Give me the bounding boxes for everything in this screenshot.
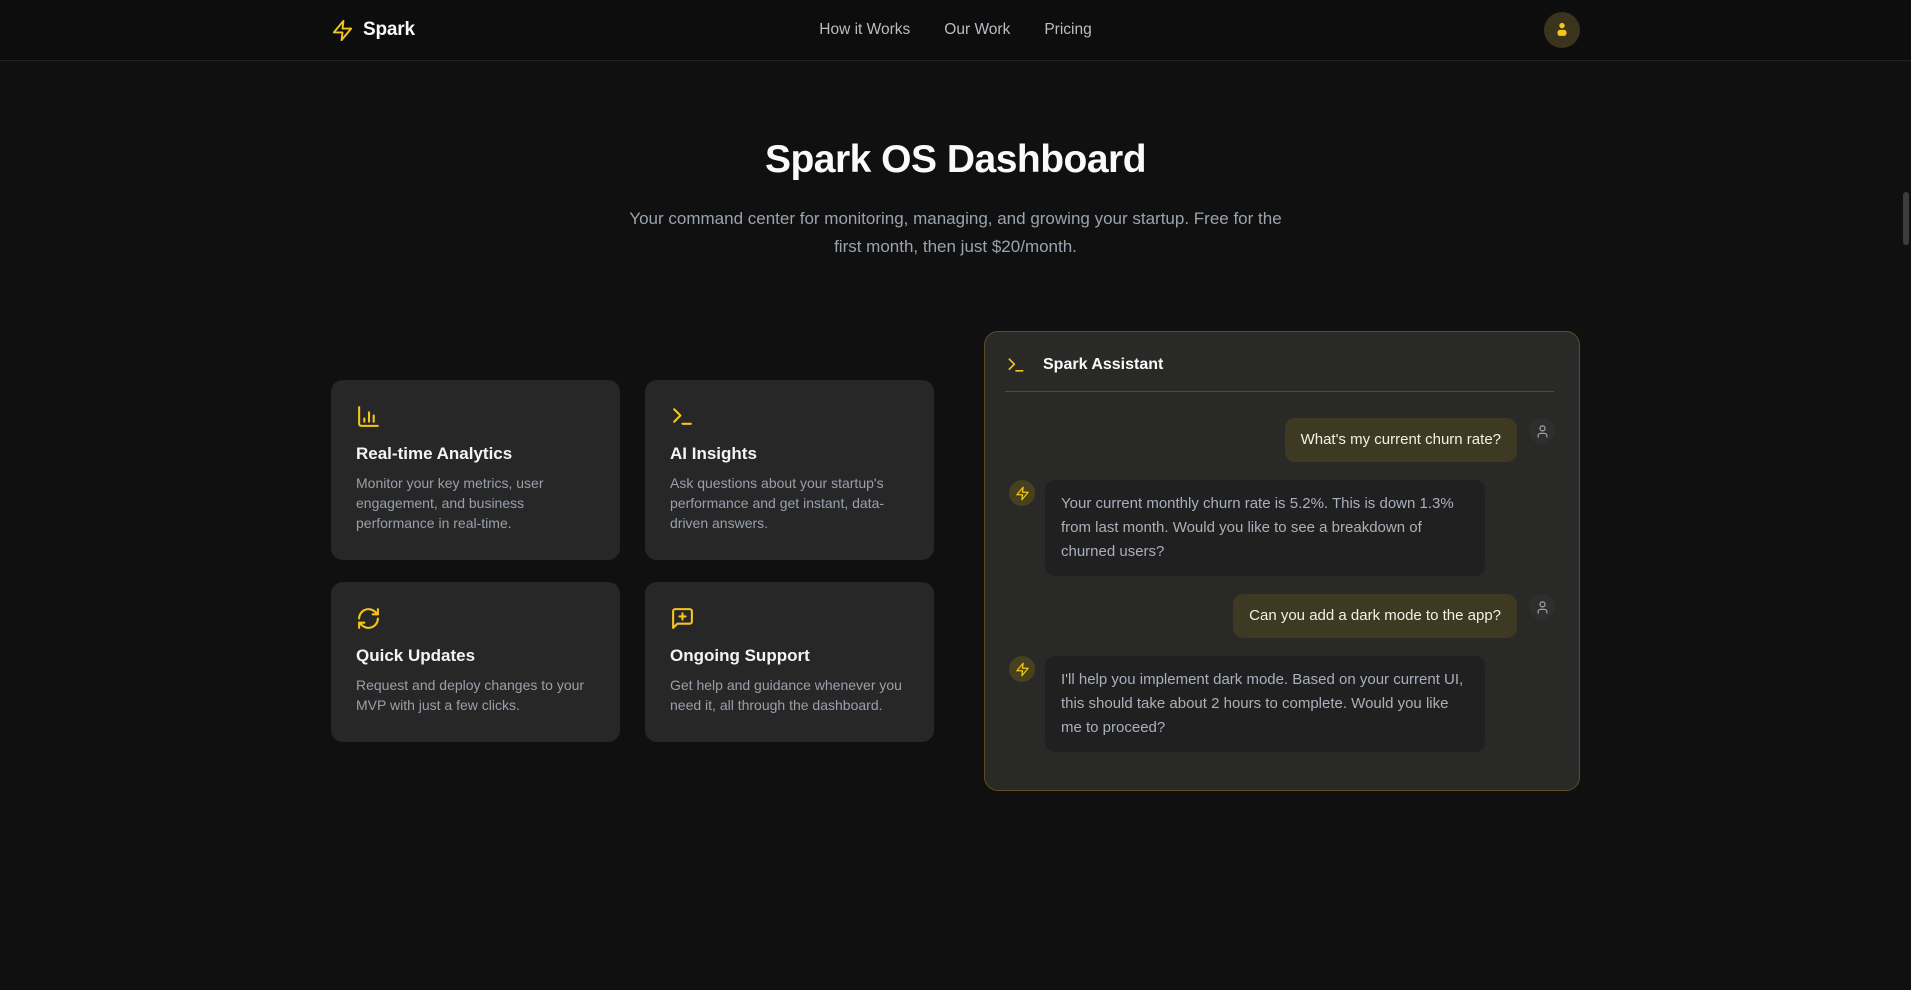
chat-message-assistant: I'll help you implement dark mode. Based… (1009, 656, 1555, 752)
user-avatar (1529, 418, 1555, 444)
vertical-scrollbar-thumb[interactable] (1903, 192, 1909, 245)
user-avatar (1529, 594, 1555, 620)
terminal-icon (670, 404, 909, 429)
feature-description: Request and deploy changes to your MVP w… (356, 675, 595, 715)
hero-section: Spark OS Dashboard Your command center f… (0, 61, 1911, 261)
top-navigation: Spark How it Works Our Work Pricing (0, 0, 1911, 61)
user-message-bubble: Can you add a dark mode to the app? (1233, 594, 1517, 638)
refresh-icon (356, 606, 595, 631)
assistant-avatar (1009, 480, 1035, 506)
chat-message-user: Can you add a dark mode to the app? (1009, 594, 1555, 638)
feature-description: Ask questions about your startup's perfo… (670, 473, 909, 533)
zap-icon (1015, 662, 1030, 677)
assistant-message-bubble: Your current monthly churn rate is 5.2%.… (1045, 480, 1485, 576)
chat-title: Spark Assistant (1043, 356, 1163, 374)
nav-link-pricing[interactable]: Pricing (1044, 21, 1091, 39)
zap-icon (1015, 486, 1030, 501)
feature-title: Ongoing Support (670, 646, 909, 666)
feature-card-ai-insights: AI Insights Ask questions about your sta… (645, 380, 934, 560)
user-message-bubble: What's my current churn rate? (1285, 418, 1517, 462)
nav-links: How it Works Our Work Pricing (819, 21, 1091, 39)
zap-icon (331, 19, 354, 42)
feature-card-quick-updates: Quick Updates Request and deploy changes… (331, 582, 620, 742)
feature-title: Quick Updates (356, 646, 595, 666)
page-title: Spark OS Dashboard (0, 138, 1911, 182)
spark-assistant-panel: Spark Assistant What's my current churn … (984, 331, 1580, 791)
chat-header: Spark Assistant (985, 332, 1579, 391)
nav-link-our-work[interactable]: Our Work (944, 21, 1010, 39)
feature-card-ongoing-support: Ongoing Support Get help and guidance wh… (645, 582, 934, 742)
chat-messages: What's my current churn rate? Your curre… (985, 392, 1579, 752)
brand-logo[interactable]: Spark (331, 19, 415, 42)
brand-name: Spark (363, 19, 415, 41)
page-subtitle: Your command center for monitoring, mana… (620, 205, 1292, 261)
assistant-message-bubble: I'll help you implement dark mode. Based… (1045, 656, 1485, 752)
terminal-icon (1006, 355, 1026, 375)
feature-cards-grid: Real-time Analytics Monitor your key met… (331, 380, 934, 742)
feature-title: Real-time Analytics (356, 444, 595, 464)
feature-card-realtime-analytics: Real-time Analytics Monitor your key met… (331, 380, 620, 560)
nav-link-how-it-works[interactable]: How it Works (819, 21, 910, 39)
assistant-avatar (1009, 656, 1035, 682)
feature-description: Get help and guidance whenever you need … (670, 675, 909, 715)
feature-title: AI Insights (670, 444, 909, 464)
chat-message-user: What's my current churn rate? (1009, 418, 1555, 462)
user-icon (1535, 600, 1550, 615)
user-icon (1553, 20, 1571, 41)
user-icon (1535, 424, 1550, 439)
user-account-button[interactable] (1544, 12, 1580, 48)
bar-chart-icon (356, 404, 595, 429)
message-square-plus-icon (670, 606, 909, 631)
chat-message-assistant: Your current monthly churn rate is 5.2%.… (1009, 480, 1555, 576)
feature-description: Monitor your key metrics, user engagemen… (356, 473, 595, 533)
main-content: Real-time Analytics Monitor your key met… (331, 331, 1580, 791)
